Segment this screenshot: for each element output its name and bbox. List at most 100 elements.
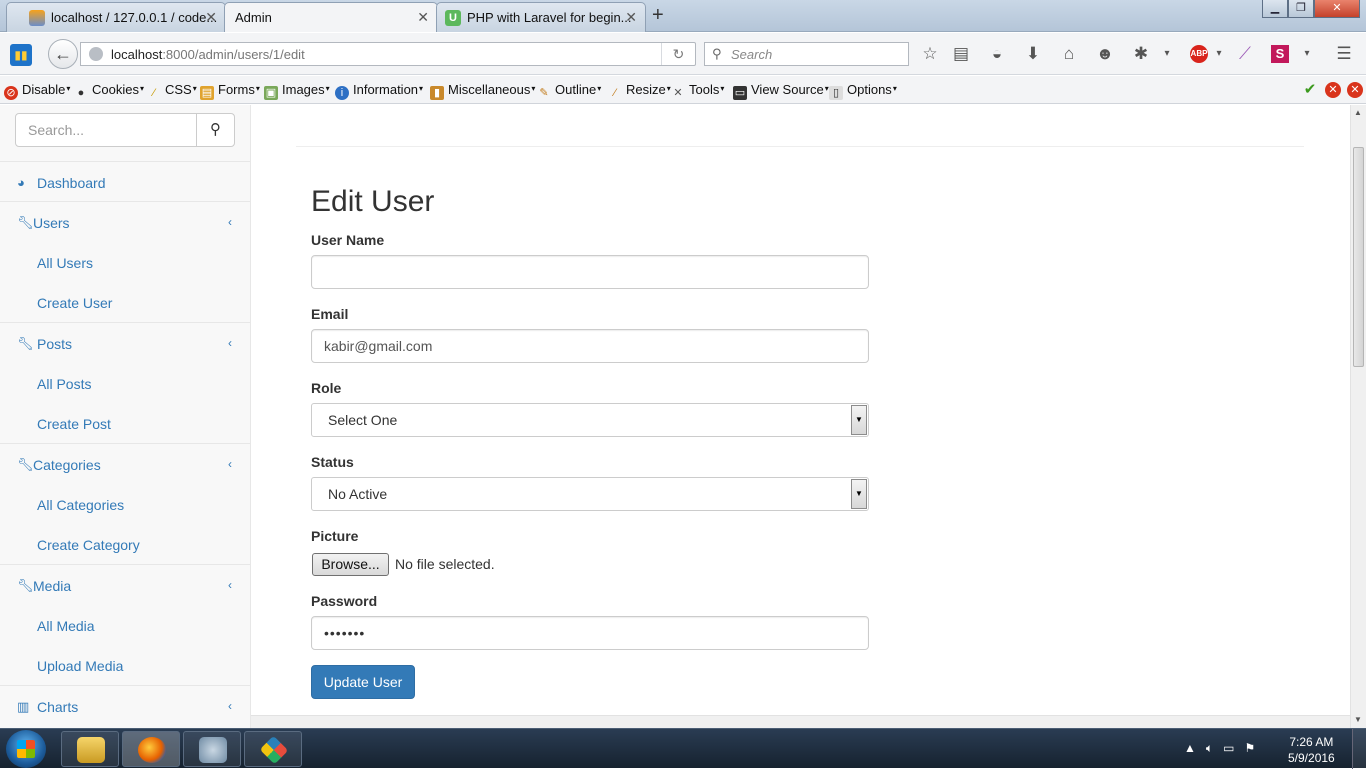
status-select[interactable]: No Active ▼ [311,477,869,511]
password-field[interactable]: ••••••• [311,616,869,650]
clock[interactable]: 7:26 AM 5/9/2016 [1288,734,1335,766]
scrollbar-thumb[interactable] [1353,147,1364,367]
chevron-down-icon[interactable]: ▾ [1157,44,1177,64]
chevron-down-icon[interactable]: ▾ [1209,44,1229,64]
minimize-icon[interactable]: ▁ [1262,0,1288,18]
taskbar-mysql-workbench[interactable] [183,731,241,767]
chevron-left-icon[interactable]: ‹ [228,699,232,713]
feather-icon[interactable]: ⟋ [1235,44,1255,64]
reload-icon[interactable]: ↻ [661,43,695,65]
sidebar-item-posts[interactable]: Posts [37,336,72,352]
sidebar-item-charts[interactable]: Charts [37,699,78,715]
s-extension-icon[interactable]: S [1271,45,1289,63]
sidebar-item-categories[interactable]: Categories [33,457,101,473]
sidebar-item-media[interactable]: Media [33,578,71,594]
search-input[interactable]: ⚲ Search [704,42,909,66]
browse-button[interactable]: Browse... [312,553,389,576]
sidebar-item-all-categories[interactable]: All Categories [37,497,124,513]
sidebar-item-all-users[interactable]: All Users [37,255,93,271]
devbar-css[interactable]: ⁄ CSS▾ [147,82,197,100]
reading-list-icon[interactable]: ▤ [951,44,971,64]
sidebar-item-users[interactable]: Users [33,215,70,231]
scroll-up-icon[interactable]: ▲ [1354,108,1362,117]
chevron-left-icon[interactable]: ‹ [228,215,232,229]
volume-icon[interactable]: 🔈︎ [1206,741,1213,755]
show-desktop-button[interactable] [1352,729,1366,769]
devbar-images[interactable]: ▣ Images▾ [264,82,330,100]
status-label: Status [311,454,354,470]
close-toolbar-icon[interactable]: ✕ [1347,82,1363,98]
taskbar-explorer[interactable] [61,731,119,767]
start-button[interactable] [6,730,46,768]
action-center-flag-icon[interactable]: ⚑ [1244,741,1255,755]
stats-app-icon[interactable]: ▮▮ [10,44,32,66]
search-placeholder: Search... [28,122,85,138]
search-button[interactable]: ⚲ [196,113,235,147]
devbar-tools[interactable]: ✕ Tools▾ [671,82,724,100]
chevron-left-icon[interactable]: ‹ [228,336,232,350]
wrench-icon: 🔧︎ [17,578,34,593]
devbar-cookies[interactable]: ● Cookies▾ [74,82,144,100]
sidebar-item-all-media[interactable]: All Media [37,618,95,634]
error-x-icon[interactable]: ✕ [1325,82,1341,98]
close-icon[interactable]: ✕ [625,9,637,26]
chevron-down-icon[interactable]: ▾ [1297,44,1317,64]
close-icon[interactable]: ✕ [417,9,429,26]
sidebar-search-input[interactable]: Search... [15,113,197,147]
adblock-icon[interactable]: ABP [1190,45,1208,63]
devbar-disable[interactable]: ⊘ Disable▾ [4,82,70,100]
sidebar-item-label: Dashboard [37,175,106,191]
horizontal-scrollbar[interactable] [251,715,1350,728]
devbar-options[interactable]: ▯ Options▾ [829,82,897,100]
sidebar-item-all-posts[interactable]: All Posts [37,376,91,392]
vertical-scrollbar[interactable]: ▲ ▼ [1350,105,1366,728]
sidebar-item-create-category[interactable]: Create Category [37,537,140,553]
search-placeholder: Search [731,47,773,62]
devbar-information[interactable]: i Information▾ [335,82,423,100]
site-info-icon[interactable] [89,47,103,61]
email-field[interactable]: kabir@gmail.com [311,329,869,363]
devbar-forms[interactable]: ▤ Forms▾ [200,82,260,100]
tab-laravel-course[interactable]: U PHP with Laravel for begin... ✕ [436,2,646,32]
sidebar-item-dashboard[interactable]: ◕ Dashboard [0,161,250,202]
tab-phpmyadmin[interactable]: localhost / 127.0.0.1 / code... ✕ [6,2,226,32]
maximize-icon[interactable]: ❐ [1288,0,1314,18]
devbar-view-source[interactable]: ▭ View Source▾ [733,82,829,100]
new-tab-icon[interactable]: + [652,4,664,27]
chevron-down-icon[interactable]: ▼ [851,479,867,509]
user-name-field[interactable] [311,255,869,289]
scroll-down-icon[interactable]: ▼ [1354,715,1362,724]
role-select[interactable]: Select One ▼ [311,403,869,437]
devbar-outline[interactable]: ✎ Outline▾ [537,82,601,100]
git-icon [259,735,289,765]
chevron-left-icon[interactable]: ‹ [228,578,232,592]
show-hidden-icons-icon[interactable]: ▲ [1184,741,1196,755]
firebug-icon[interactable]: ✱ [1131,44,1151,64]
home-icon[interactable]: ⌂ [1059,44,1079,64]
images-icon: ▣ [264,86,278,100]
menu-icon[interactable]: ☰ [1334,44,1354,64]
network-icon[interactable]: ▭ [1223,741,1234,755]
window-close-icon[interactable]: ✕ [1314,0,1360,18]
chat-icon[interactable]: ☻ [1095,44,1115,64]
update-user-button[interactable]: Update User [311,665,415,699]
tab-admin[interactable]: Admin ✕ [224,2,438,32]
bookmark-star-icon[interactable]: ☆ [920,44,940,64]
chevron-left-icon[interactable]: ‹ [228,457,232,471]
taskbar-git[interactable] [244,731,302,767]
forms-icon: ▤ [200,86,214,100]
sidebar-item-upload-media[interactable]: Upload Media [37,658,123,674]
sidebar-item-create-post[interactable]: Create Post [37,416,111,432]
close-icon[interactable]: ✕ [205,9,217,26]
devbar-resize[interactable]: ⁄ Resize▾ [608,82,671,100]
download-icon[interactable]: ⬇ [1023,44,1043,64]
taskbar-firefox[interactable] [122,731,180,767]
devbar-miscellaneous[interactable]: ▮ Miscellaneous▾ [430,82,535,100]
url-bar[interactable]: localhost:8000/admin/users/1/edit ↻ [80,42,696,66]
pocket-icon[interactable]: ◒ [987,44,1007,64]
back-arrow-icon[interactable]: ← [48,39,78,69]
sidebar-item-create-user[interactable]: Create User [37,295,112,311]
chevron-down-icon[interactable]: ▼ [851,405,867,435]
sidebar-section-users: 🔧︎ Users ‹ All Users Create User [0,202,250,323]
check-icon[interactable]: ✔ [1302,82,1318,98]
